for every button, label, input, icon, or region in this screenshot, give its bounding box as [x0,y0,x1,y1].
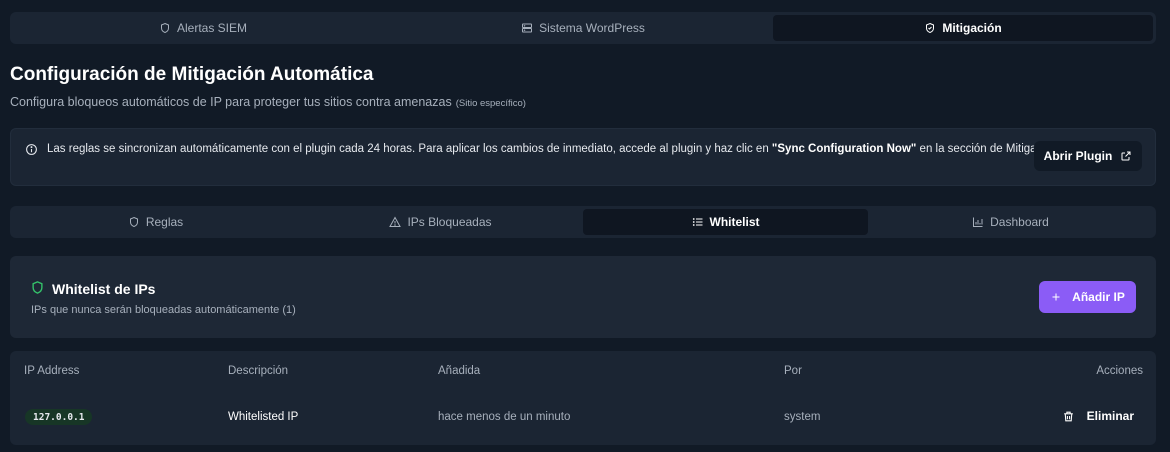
shield-icon [30,280,45,295]
warning-icon [389,216,402,228]
add-ip-button[interactable]: Añadir IP [1039,281,1136,313]
column-header-actions: Acciones [1096,365,1143,377]
top-tabs: Alertas SIEM Sistema WordPress Mitigació… [10,12,1156,44]
delete-button[interactable]: Eliminar [1062,409,1134,423]
mitigation-sub-tabs: Reglas IPs Bloqueadas Whitelist Dashboar… [10,206,1156,238]
add-ip-label: Añadir IP [1072,290,1125,304]
shield-check-icon [924,22,936,34]
shield-icon [159,22,171,34]
open-plugin-button[interactable]: Abrir Plugin [1034,141,1142,171]
delete-label: Eliminar [1086,409,1134,423]
tab-label: Sistema WordPress [539,21,645,35]
ip-badge: 127.0.0.1 [25,409,93,425]
page-subtitle: Configura bloqueos automáticos de IP par… [10,95,526,109]
info-icon [25,143,38,156]
tab-reglas[interactable]: Reglas [13,209,298,235]
subtitle-note: (Sitio específico) [455,98,526,109]
row-added: hace menos de un minuto [438,411,571,423]
tab-sistema-wordpress[interactable]: Sistema WordPress [393,15,773,41]
banner-text-before: Las reglas se sincronizan automáticament… [47,143,772,155]
banner-text: Las reglas se sincronizan automáticament… [47,143,1058,155]
tab-label: Whitelist [709,215,760,229]
whitelist-table: IP Address Descripción Añadida Por Accio… [10,351,1156,445]
whitelist-card: Whitelist de IPs IPs que nunca serán blo… [10,256,1156,338]
server-icon [521,22,533,34]
whitelist-title: Whitelist de IPs [52,281,156,297]
tab-dashboard[interactable]: Dashboard [868,209,1153,235]
column-header-by: Por [784,365,802,377]
open-plugin-label: Abrir Plugin [1043,149,1113,163]
row-description: Whitelisted IP [228,411,299,423]
row-by: system [784,411,821,423]
subtitle-text: Configura bloqueos automáticos de IP par… [10,95,452,109]
bar-chart-icon [972,216,984,228]
shield-icon [128,216,140,228]
tab-alertas-siem[interactable]: Alertas SIEM [13,15,393,41]
tab-label: IPs Bloqueadas [407,215,492,229]
tab-label: Reglas [145,215,184,229]
tab-whitelist[interactable]: Whitelist [583,209,868,235]
whitelist-subtitle: IPs que nunca serán bloqueadas automátic… [31,304,296,316]
tab-label: Alertas SIEM [176,21,248,35]
tab-ips-bloqueadas[interactable]: IPs Bloqueadas [298,209,583,235]
banner-text-bold: "Sync Configuration Now" [771,143,917,155]
plus-icon [1050,291,1062,303]
trash-icon [1062,410,1075,423]
column-header-ip: IP Address [24,365,80,377]
tab-label: Mitigación [942,21,1002,35]
column-header-added: Añadida [438,365,481,377]
tab-mitigacion[interactable]: Mitigación [773,15,1153,41]
column-header-description: Descripción [228,365,289,377]
page-title: Configuración de Mitigación Automática [10,64,374,85]
tab-label: Dashboard [990,215,1049,229]
sync-info-banner: Las reglas se sincronizan automáticament… [10,128,1156,186]
list-icon [692,216,704,228]
external-link-icon [1120,150,1132,162]
